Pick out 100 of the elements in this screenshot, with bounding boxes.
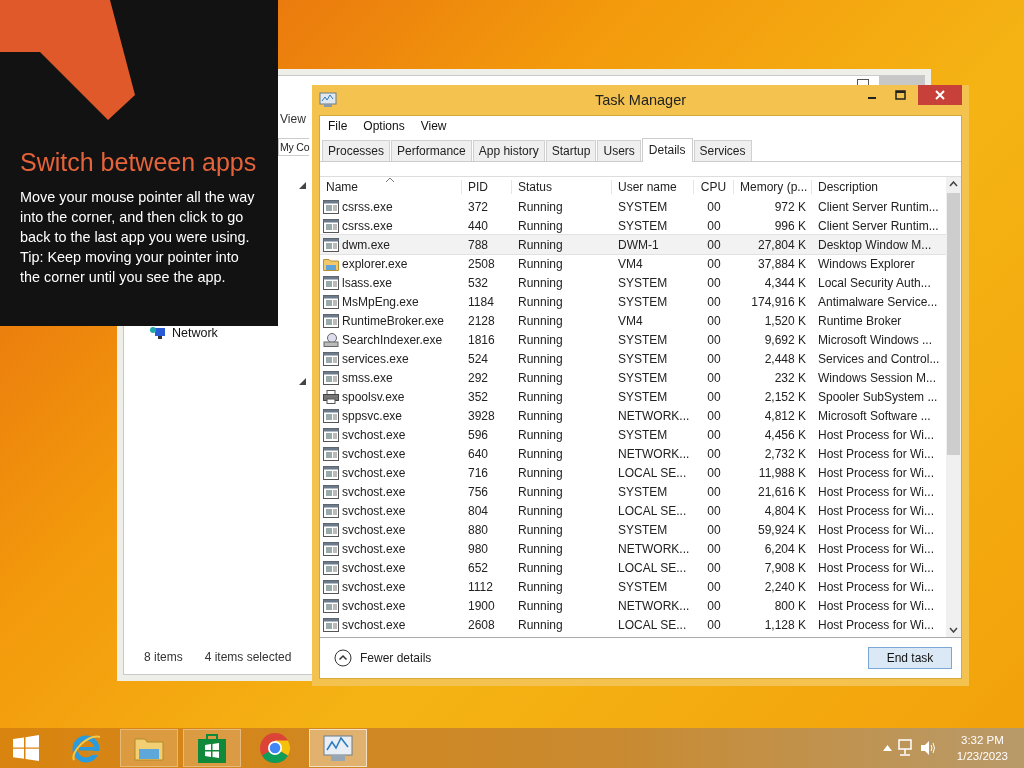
window-icon bbox=[323, 598, 339, 613]
table-row[interactable]: RuntimeBroker.exe 2128 Running VM4 00 1,520 K Runtime Broker bbox=[320, 311, 946, 330]
table-cell: SearchIndexer.exe bbox=[342, 332, 443, 347]
table-row[interactable]: svchost.exe 596 Running SYSTEM 00 4,456 K Host Process for Wi... bbox=[320, 425, 946, 444]
tab[interactable]: Services bbox=[693, 140, 752, 161]
table-cell-text: Running bbox=[517, 560, 564, 575]
status-text: 8 items bbox=[144, 650, 183, 664]
table-cell-text: Running bbox=[517, 408, 564, 423]
table-cell-text: Running bbox=[517, 465, 564, 480]
table-row[interactable]: svchost.exe 652 Running LOCAL SE... 00 7,908 K Host Process for Wi... bbox=[320, 558, 946, 577]
magnifier-icon bbox=[323, 332, 339, 347]
table-cell: svchost.exe bbox=[342, 465, 406, 480]
table-cell-text: Runtime Broker bbox=[817, 313, 903, 328]
table-cell-text: NETWORK... bbox=[617, 598, 691, 613]
printer-icon bbox=[323, 389, 339, 404]
table-row[interactable]: services.exe 524 Running SYSTEM 00 2,448 K Services and Control... bbox=[320, 349, 946, 368]
table-cell: MsMpEng.exe bbox=[342, 294, 419, 309]
scrollbar[interactable] bbox=[946, 177, 961, 637]
table-cell-text: 1,128 K bbox=[763, 617, 807, 632]
window-icon bbox=[323, 484, 339, 499]
table-cell-text: SYSTEM bbox=[617, 579, 669, 594]
table-cell-text: Running bbox=[517, 503, 564, 518]
table-row[interactable]: svchost.exe 980 Running NETWORK... 00 6,204 K Host Process for Wi... bbox=[320, 539, 946, 558]
expand-icon[interactable] bbox=[299, 182, 306, 189]
table-row[interactable]: svchost.exe 804 Running LOCAL SE... 00 4,804 K Host Process for Wi... bbox=[320, 501, 946, 520]
scroll-up-icon[interactable] bbox=[949, 181, 958, 187]
window-icon bbox=[323, 199, 339, 214]
table-cell: explorer.exe bbox=[342, 256, 408, 271]
table-cell-text: Running bbox=[517, 541, 564, 556]
table-cell-text: SYSTEM bbox=[617, 389, 669, 404]
column-header[interactable]: User name bbox=[612, 180, 694, 194]
taskbar-button[interactable] bbox=[309, 729, 367, 767]
table-cell: svchost.exe bbox=[342, 617, 406, 632]
taskbar-button[interactable] bbox=[183, 729, 241, 767]
menu-item[interactable]: View bbox=[280, 112, 306, 126]
table-cell: svchost.exe bbox=[342, 560, 406, 575]
table-row[interactable]: svchost.exe 880 Running SYSTEM 00 59,924 K Host Process for Wi... bbox=[320, 520, 946, 539]
expand-icon[interactable] bbox=[299, 378, 306, 385]
column-header[interactable]: Memory (p... bbox=[734, 180, 812, 194]
table-row[interactable]: SearchIndexer.exe 1816 Running SYSTEM 00 9,692 K Microsoft Windows ... bbox=[320, 330, 946, 349]
table-cell-text: Host Process for Wi... bbox=[817, 465, 936, 480]
table-row[interactable]: svchost.exe 716 Running LOCAL SE... 00 11,988 K Host Process for Wi... bbox=[320, 463, 946, 482]
table-cell-text: Running bbox=[517, 598, 564, 613]
table-cell-text: 804 bbox=[467, 503, 490, 518]
tab[interactable]: App history bbox=[472, 140, 545, 161]
tab[interactable]: Users bbox=[597, 140, 641, 161]
table-row[interactable]: dwm.exe 788 Running DWM-1 00 27,804 K Desktop Window M... bbox=[320, 235, 946, 254]
tab[interactable]: Performance bbox=[391, 140, 472, 161]
status-text: 4 items selected bbox=[204, 650, 292, 664]
table-cell-text: Client Server Runtim... bbox=[817, 218, 940, 233]
table-row[interactable]: svchost.exe 1112 Running SYSTEM 00 2,240 K Host Process for Wi... bbox=[320, 577, 946, 596]
table-row[interactable]: lsass.exe 532 Running SYSTEM 00 4,344 K Local Security Auth... bbox=[320, 273, 946, 292]
maximize-icon bbox=[894, 90, 906, 100]
menu-item[interactable]: File bbox=[328, 119, 348, 133]
table-cell: smss.exe bbox=[342, 370, 393, 385]
show-hidden-icons-icon[interactable] bbox=[882, 745, 892, 751]
window-icon bbox=[323, 313, 339, 328]
table-row[interactable]: smss.exe 292 Running SYSTEM 00 232 K Windows Session M... bbox=[320, 368, 946, 387]
table-cell-text: Running bbox=[517, 256, 564, 271]
table-row[interactable]: MsMpEng.exe 1184 Running SYSTEM 00 174,916 K Antimalware Service... bbox=[320, 292, 946, 311]
table-row[interactable]: spoolsv.exe 352 Running SYSTEM 00 2,152 K Spooler SubSystem ... bbox=[320, 387, 946, 406]
table-row[interactable]: explorer.exe 2508 Running VM4 00 37,884 K Windows Explorer bbox=[320, 254, 946, 273]
table-cell-text: Running bbox=[517, 427, 564, 442]
tab[interactable]: Details bbox=[641, 138, 693, 162]
table-row[interactable]: svchost.exe 640 Running NETWORK... 00 2,732 K Host Process for Wi... bbox=[320, 444, 946, 463]
menu-item[interactable]: Options bbox=[363, 119, 405, 133]
table-row[interactable]: csrss.exe 440 Running SYSTEM 00 996 K Client Server Runtim... bbox=[320, 216, 946, 235]
column-header[interactable]: CPU bbox=[694, 180, 734, 194]
table-cell-text: 1816 bbox=[467, 332, 496, 347]
window-icon bbox=[323, 275, 339, 290]
table-cell-text: Running bbox=[517, 389, 564, 404]
table-cell-text: Microsoft Software ... bbox=[817, 408, 932, 423]
table-cell-text: 00 bbox=[706, 370, 722, 385]
tab[interactable]: Startup bbox=[545, 140, 597, 161]
menu-item[interactable]: View bbox=[420, 119, 447, 133]
end-task-button[interactable]: End task bbox=[868, 647, 952, 669]
table-row[interactable]: csrss.exe 372 Running SYSTEM 00 972 K Client Server Runtim... bbox=[320, 197, 946, 216]
column-header[interactable]: Name bbox=[320, 180, 462, 194]
table-cell-text: 00 bbox=[706, 199, 722, 214]
table-row[interactable]: svchost.exe 1900 Running NETWORK... 00 800 K Host Process for Wi... bbox=[320, 596, 946, 615]
table-row[interactable]: svchost.exe 756 Running SYSTEM 00 21,616 K Host Process for Wi... bbox=[320, 482, 946, 501]
scroll-down-icon[interactable] bbox=[949, 627, 958, 633]
table-row[interactable]: svchost.exe 2608 Running LOCAL SE... 00 1,128 K Host Process for Wi... bbox=[320, 615, 946, 634]
table-cell-text: Running bbox=[517, 218, 564, 233]
table-cell-text: 4,812 K bbox=[763, 408, 807, 423]
table-row[interactable]: sppsvc.exe 3928 Running NETWORK... 00 4,812 K Microsoft Software ... bbox=[320, 406, 946, 425]
fewer-details-link[interactable]: Fewer details bbox=[334, 649, 432, 667]
nav-item[interactable]: Network bbox=[172, 326, 218, 340]
column-header[interactable]: Status bbox=[512, 180, 612, 194]
close-button[interactable] bbox=[918, 85, 962, 105]
folder-icon bbox=[323, 256, 339, 271]
column-header[interactable]: Description bbox=[812, 180, 946, 194]
network-icon[interactable] bbox=[896, 739, 915, 757]
column-header[interactable]: PID bbox=[462, 180, 512, 194]
speaker-icon[interactable] bbox=[919, 740, 938, 756]
table-cell-text: SYSTEM bbox=[617, 370, 669, 385]
tab[interactable]: Processes bbox=[322, 140, 391, 161]
table-cell-text: Running bbox=[517, 332, 564, 347]
table-cell-text: 1112 bbox=[467, 579, 494, 594]
window-icon bbox=[323, 218, 339, 233]
